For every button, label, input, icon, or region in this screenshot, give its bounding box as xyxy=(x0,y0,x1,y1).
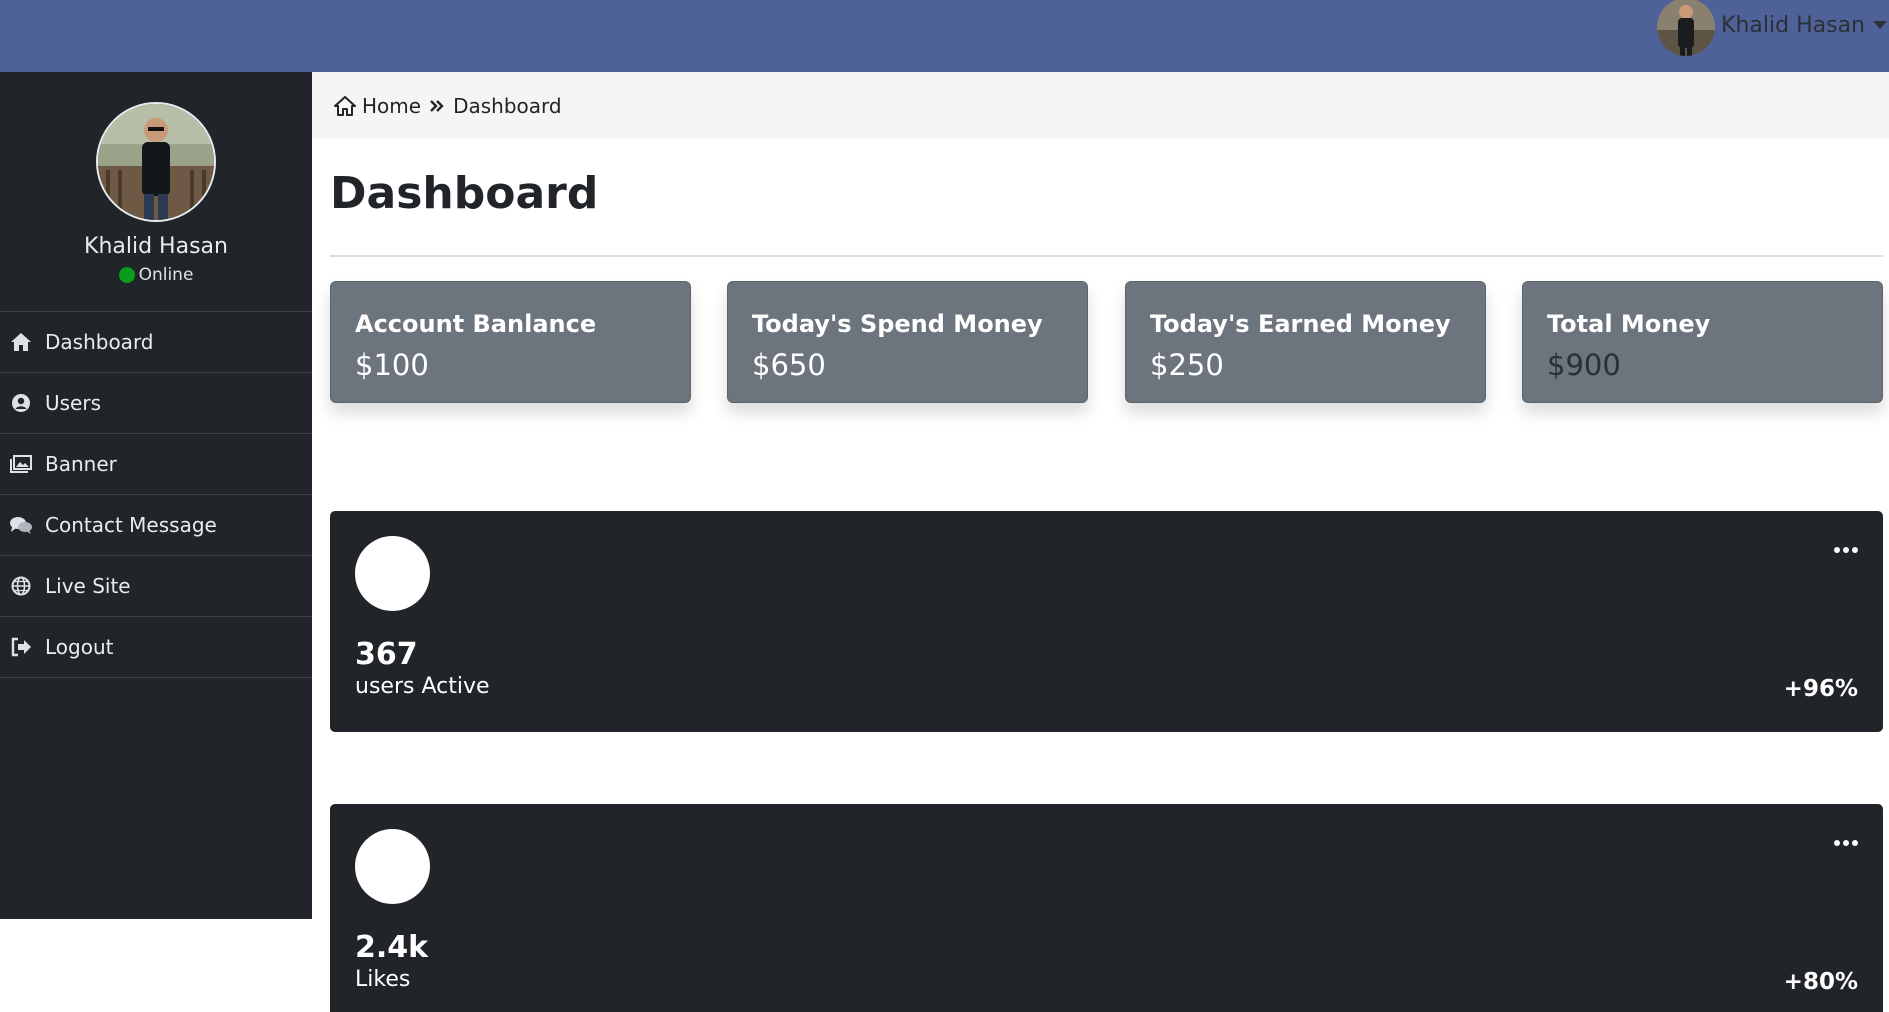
sidebar-item-contact-message[interactable]: Contact Message xyxy=(0,495,312,556)
sidebar-item-label: Contact Message xyxy=(45,513,217,537)
metric-change: +96% xyxy=(1783,676,1858,702)
breadcrumb-home-label: Home xyxy=(362,93,422,118)
sidebar-profile: Khalid Hasan Online xyxy=(0,72,312,312)
metric-change: +80% xyxy=(1783,969,1858,995)
avatar xyxy=(1657,0,1716,56)
more-options-icon[interactable] xyxy=(1834,541,1858,559)
double-chevron-right-icon xyxy=(429,99,445,113)
home-icon xyxy=(334,95,356,116)
breadcrumb: Home Dashboard xyxy=(312,72,1889,139)
stat-card-value: $100 xyxy=(355,348,429,382)
stat-card-account-balance: Account Banlance $100 xyxy=(330,281,691,403)
sidebar: Khalid Hasan Online Dashboard Users Bann… xyxy=(0,72,312,919)
stat-card-value: $900 xyxy=(1547,348,1621,382)
comments-icon xyxy=(9,513,33,537)
sign-out-icon xyxy=(9,635,33,659)
images-icon xyxy=(9,452,33,476)
stat-card-title: Total Money xyxy=(1547,310,1711,338)
stat-card-earned-money: Today's Earned Money $250 xyxy=(1125,281,1486,403)
sidebar-item-logout[interactable]: Logout xyxy=(0,617,312,678)
sidebar-item-banner[interactable]: Banner xyxy=(0,434,312,495)
avatar xyxy=(96,102,216,222)
globe-icon xyxy=(9,574,33,598)
online-dot-icon xyxy=(118,267,135,283)
metric-avatar-circle xyxy=(355,536,430,611)
more-options-icon[interactable] xyxy=(1834,834,1858,852)
metric-card-users-active: 367 users Active +96% xyxy=(330,511,1883,732)
stat-card-total-money: Total Money $900 xyxy=(1522,281,1883,403)
sidebar-item-users[interactable]: Users xyxy=(0,373,312,434)
sidebar-item-label: Logout xyxy=(45,635,114,659)
sidebar-item-label: Users xyxy=(45,391,102,415)
divider xyxy=(330,255,1883,257)
page-title: Dashboard xyxy=(330,168,599,219)
metric-value: 367 xyxy=(355,637,418,672)
breadcrumb-current: Dashboard xyxy=(453,93,562,118)
metric-label: users Active xyxy=(355,674,490,699)
user-menu-toggle[interactable]: Khalid Hasan xyxy=(1657,0,1889,56)
sidebar-item-label: Banner xyxy=(45,452,117,476)
chevron-down-icon xyxy=(1873,21,1887,29)
metric-label: Likes xyxy=(355,967,411,992)
metric-value: 2.4k xyxy=(355,930,429,965)
stat-card-title: Account Banlance xyxy=(355,310,597,338)
top-navbar: Khalid Hasan xyxy=(0,0,1889,72)
stat-card-title: Today's Spend Money xyxy=(752,310,1043,338)
sidebar-item-dashboard[interactable]: Dashboard xyxy=(0,312,312,373)
stat-card-spend-money: Today's Spend Money $650 xyxy=(727,281,1088,403)
sidebar-item-live-site[interactable]: Live Site xyxy=(0,556,312,617)
sidebar-item-label: Live Site xyxy=(45,574,131,598)
user-circle-icon xyxy=(9,391,33,415)
stat-card-value: $650 xyxy=(752,348,826,382)
stat-card-value: $250 xyxy=(1150,348,1224,382)
status-indicator: Online xyxy=(118,265,194,285)
status-text: Online xyxy=(138,265,194,285)
home-icon xyxy=(9,330,33,354)
user-menu-name: Khalid Hasan xyxy=(1721,12,1865,38)
breadcrumb-home-link[interactable]: Home xyxy=(334,94,421,118)
sidebar-item-label: Dashboard xyxy=(45,330,154,354)
stat-card-title: Today's Earned Money xyxy=(1150,310,1451,338)
metric-card-likes: 2.4k Likes +80% xyxy=(330,804,1883,1012)
profile-name: Khalid Hasan xyxy=(84,234,228,259)
metric-avatar-circle xyxy=(355,829,430,904)
